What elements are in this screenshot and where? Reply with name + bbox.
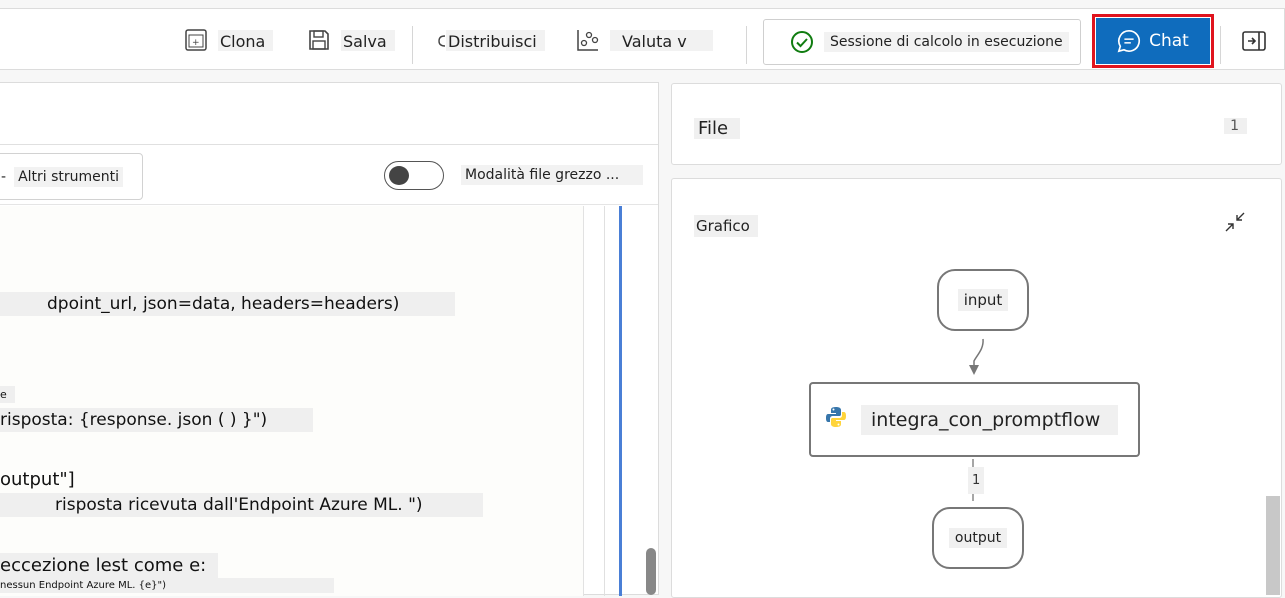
graph-node-output[interactable]: output — [932, 507, 1024, 569]
graph-node-integra-con-promptflow[interactable]: integra_con_promptflow — [809, 382, 1140, 457]
raw-file-mode-toggle[interactable] — [384, 161, 444, 190]
clone-button[interactable]: + Clona — [184, 9, 274, 71]
toggle-knob — [389, 166, 409, 185]
code-line: ) — [0, 326, 1, 346]
code-line: e — [0, 386, 15, 403]
code-line: risposta: {response. json ( ) }") — [0, 408, 314, 432]
evaluate-icon — [576, 28, 600, 52]
chat-button-highlight: Chat — [1092, 14, 1214, 68]
toolbar-divider — [412, 26, 413, 64]
editor-header — [0, 83, 658, 145]
files-panel: File 1 — [671, 83, 1282, 165]
side-panel-icon — [1242, 31, 1266, 51]
chat-button[interactable]: Chat — [1096, 18, 1210, 64]
save-button[interactable]: Salva — [307, 9, 395, 71]
node-step-label: integra_con_promptflow — [861, 404, 1119, 435]
editor-tools-row: - Altri strumenti Modalità file grezzo .… — [0, 145, 658, 205]
toolbar-divider — [1220, 26, 1221, 64]
toggle-side-panel-button[interactable] — [1240, 27, 1268, 55]
evaluate-button[interactable]: Valuta v — [576, 9, 713, 71]
editor-gutter-divider — [604, 206, 605, 596]
graph-node-input[interactable]: input — [937, 269, 1029, 331]
deploy-icon — [438, 28, 446, 52]
code-line: eccezione lest come e: — [0, 553, 219, 578]
more-tools-button[interactable]: - Altri strumenti — [0, 153, 143, 200]
clone-label: Clona — [218, 29, 274, 51]
evaluate-label: Valuta v — [610, 29, 713, 51]
editor-vertical-ruler — [619, 206, 622, 596]
arrowhead-icon — [969, 365, 979, 375]
clone-icon: + — [184, 28, 208, 52]
graph-scrollbar[interactable] — [1266, 496, 1280, 595]
graph-panel: Grafico input integra_con_promptflow 1 o… — [671, 178, 1282, 598]
raw-file-mode-label: Modalità file grezzo ... — [461, 165, 643, 185]
code-editor-panel: - Altri strumenti Modalità file grezzo .… — [0, 82, 659, 596]
toolbar-divider — [746, 26, 747, 64]
files-title: File — [694, 118, 741, 139]
deploy-button[interactable]: Distribuisci — [438, 9, 545, 71]
svg-text:+: + — [192, 38, 200, 48]
files-count: 1 — [1224, 118, 1247, 134]
edge-count-badge: 1 — [968, 467, 985, 494]
code-line: output"] — [0, 469, 75, 490]
node-input-label: input — [957, 289, 1009, 311]
top-toolbar: + Clona Salva Distribuisci Valuta v Sess… — [0, 8, 1285, 70]
code-line: nessun Endpoint Azure ML. {e}") — [0, 578, 335, 593]
code-line: dpoint_url, json=data, headers=headers) — [0, 292, 456, 316]
deploy-label: Distribuisci — [446, 29, 545, 51]
save-icon — [307, 28, 331, 52]
more-tools-label: Altri strumenti — [14, 166, 124, 187]
node-output-label: output — [948, 528, 1008, 548]
editor-scrollbar[interactable] — [646, 548, 656, 595]
compute-session-status[interactable]: Sessione di calcolo in esecuzione — [763, 19, 1081, 65]
more-tools-prefix: - — [1, 168, 7, 185]
check-circle-icon — [790, 30, 814, 54]
save-label: Salva — [341, 29, 395, 51]
chat-label: Chat — [1149, 31, 1189, 51]
chat-icon — [1117, 29, 1141, 53]
compute-session-status-text: Sessione di calcolo in esecuzione — [824, 32, 1069, 52]
python-icon — [825, 406, 847, 433]
code-editor[interactable]: dpoint_url, json=data, headers=headers) … — [0, 206, 584, 596]
code-line: risposta ricevuta dall'Endpoint Azure ML… — [0, 493, 483, 517]
